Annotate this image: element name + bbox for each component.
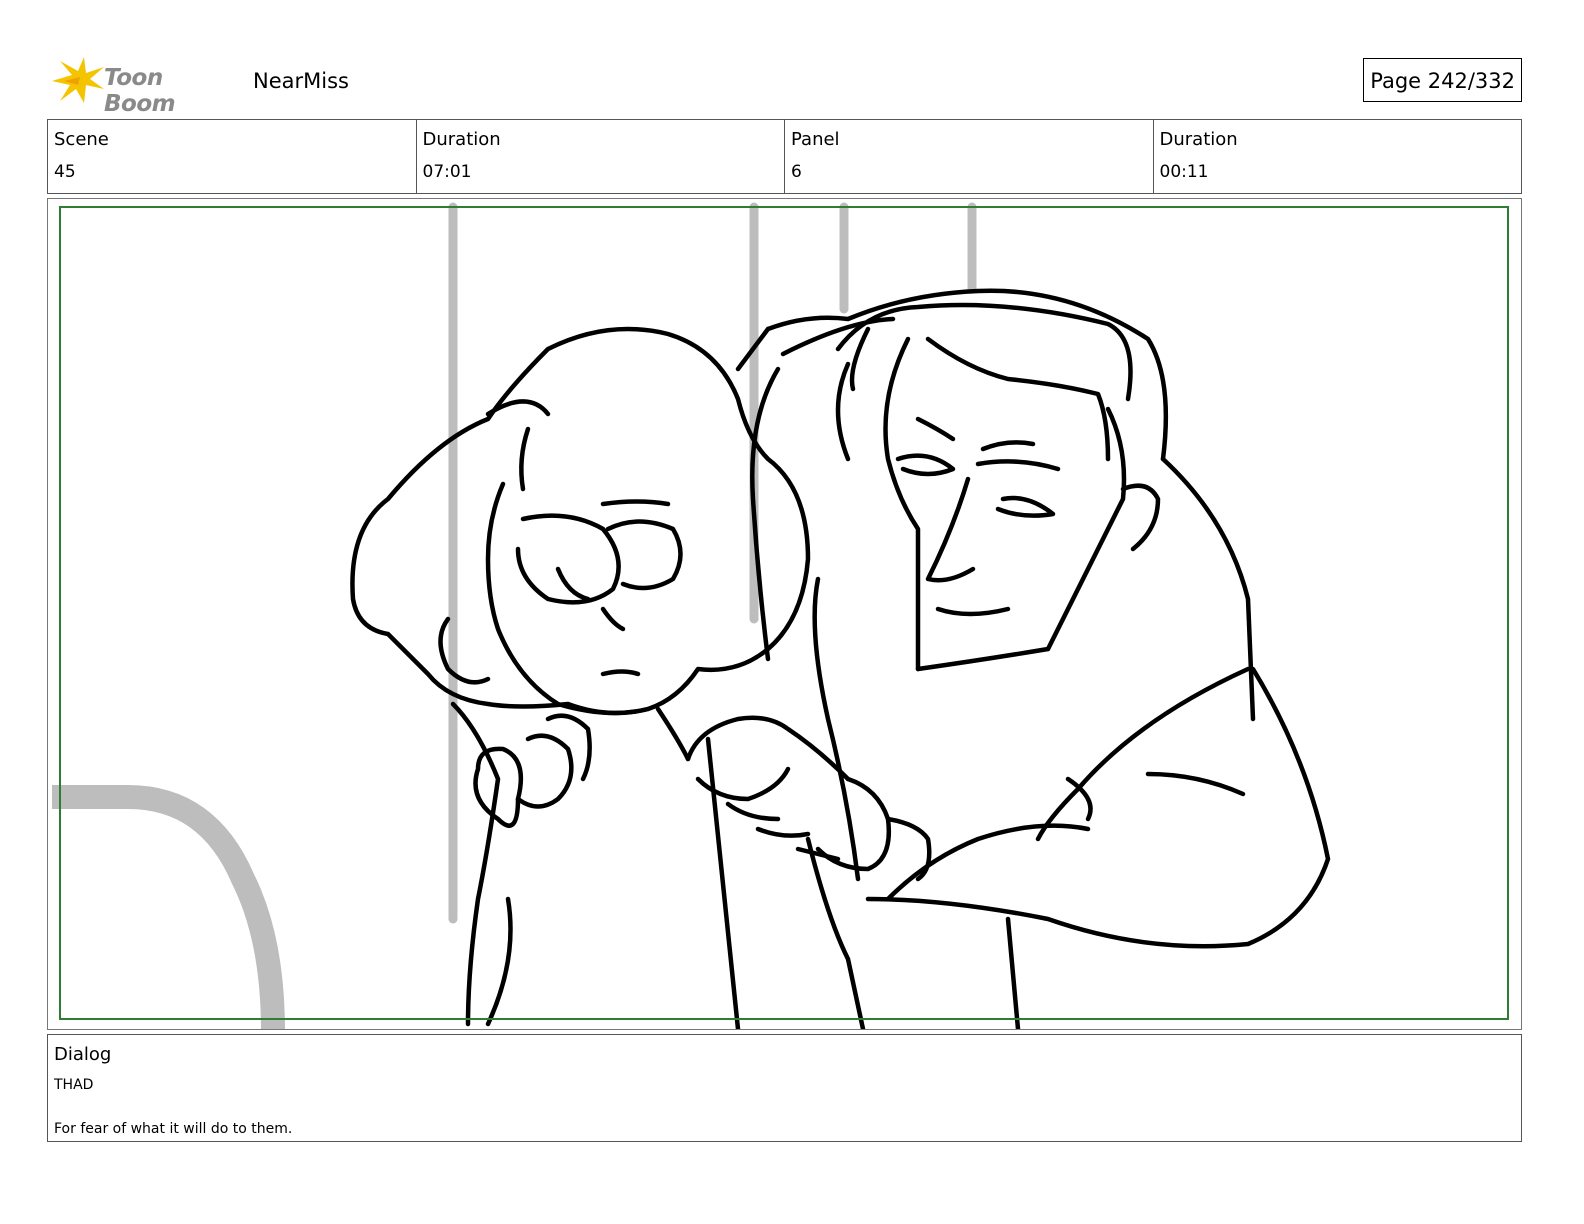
scene-info-table: Scene 45 Duration 07:01 Panel 6 Duration… — [47, 119, 1522, 194]
panel-duration-label: Duration — [1159, 129, 1238, 150]
panel-label: Panel — [791, 129, 840, 150]
characters-sketch — [350, 288, 1331, 1029]
dialog-speaker: THAD — [54, 1077, 94, 1093]
panel-duration-cell: Duration 00:11 — [1154, 120, 1522, 193]
dialog-box: Dialog THAD For fear of what it will do … — [47, 1034, 1522, 1142]
scene-duration-value: 07:01 — [422, 162, 472, 182]
scene-value: 45 — [54, 162, 76, 182]
scene-duration-label: Duration — [422, 129, 501, 150]
star-burst-icon — [52, 57, 104, 103]
dialog-line: For fear of what it will do to them. — [54, 1121, 293, 1137]
scene-label: Scene — [54, 129, 109, 150]
safe-frame — [59, 206, 1509, 1020]
logo-text: Toon Boom — [104, 65, 176, 117]
panel-duration-value: 00:11 — [1159, 162, 1209, 182]
dialog-label: Dialog — [54, 1044, 112, 1065]
panel-cell: Panel 6 — [785, 120, 1154, 193]
page-header: Toon Boom NearMiss Page 242/332 — [50, 55, 1522, 117]
project-name: NearMiss — [253, 69, 349, 93]
sketch-drawing — [52, 202, 1509, 1029]
toon-boom-logo: Toon Boom — [50, 55, 240, 117]
scene-duration-cell: Duration 07:01 — [417, 120, 785, 193]
scene-cell: Scene 45 — [48, 120, 417, 193]
page-indicator: Page 242/332 — [1363, 58, 1522, 102]
panel-value: 6 — [791, 162, 802, 182]
storyboard-panel-image — [47, 198, 1522, 1030]
